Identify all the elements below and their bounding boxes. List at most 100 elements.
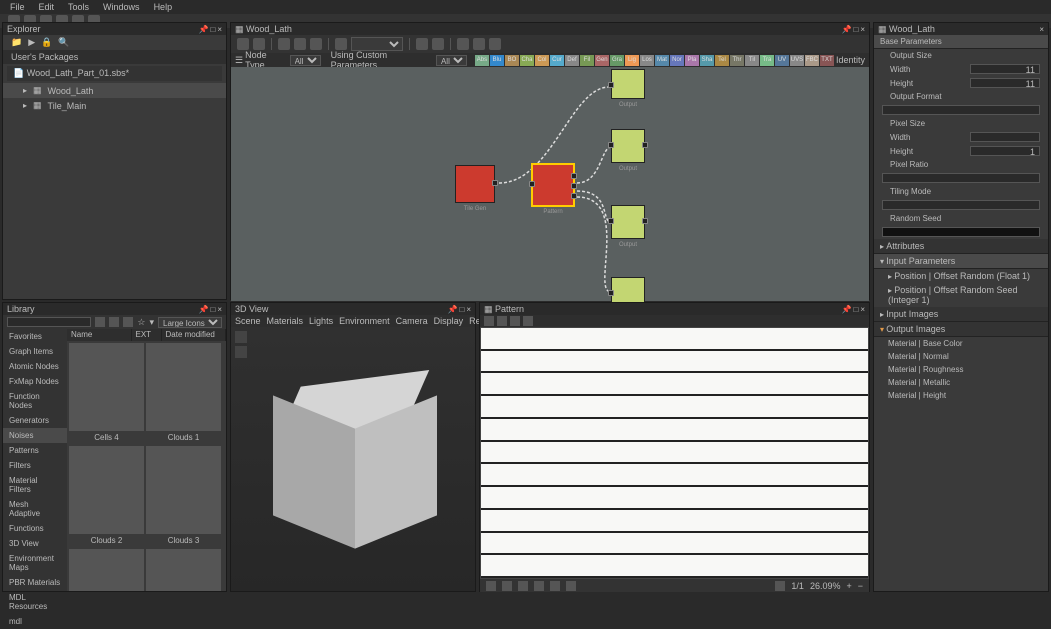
nodetype-select[interactable]: All [290, 55, 321, 66]
v3menu-item[interactable]: Scene [235, 316, 261, 326]
tag-lig[interactable]: Lig [625, 55, 639, 66]
pin-icon[interactable]: 📌 [448, 305, 458, 314]
width-field[interactable]: 11 [970, 64, 1040, 74]
tag-til[interactable]: Til [745, 55, 759, 66]
gizmo-icon[interactable] [235, 331, 247, 343]
pstat-7-icon[interactable] [775, 581, 785, 591]
undock-icon[interactable]: □ [210, 25, 215, 34]
menu-tools[interactable]: Tools [68, 2, 89, 12]
zoom-select[interactable] [351, 37, 403, 51]
tree-item[interactable]: FxMap Nodes [3, 374, 67, 389]
tool-compute-icon[interactable] [457, 38, 469, 50]
tag-cur[interactable]: Cur [550, 55, 564, 66]
v3menu-item[interactable]: Camera [396, 316, 428, 326]
section-base[interactable]: Base Parameters [874, 35, 1048, 49]
tree-item[interactable]: Patterns [3, 443, 67, 458]
v3menu-item[interactable]: Environment [339, 316, 390, 326]
zoom-plus[interactable]: + [846, 581, 851, 591]
tiling-slider[interactable] [882, 200, 1040, 210]
section-attrs[interactable]: ▸ Attributes [874, 239, 1048, 254]
tool-zoom-icon[interactable] [335, 38, 347, 50]
pswidth-field[interactable] [970, 132, 1040, 142]
pstat-5-icon[interactable] [550, 581, 560, 591]
menu-windows[interactable]: Windows [103, 2, 140, 12]
col-date[interactable]: Date modified [162, 329, 227, 341]
tag-col[interactable]: Col [535, 55, 549, 66]
tag-gen[interactable]: Gen [595, 55, 609, 66]
pin-icon[interactable]: 📌 [842, 305, 852, 314]
undock-icon[interactable]: □ [210, 305, 215, 314]
tool-settings-icon[interactable] [489, 38, 501, 50]
tag-blu[interactable]: Blu [490, 55, 504, 66]
tree-item[interactable]: 3D View [3, 536, 67, 551]
zoom-minus[interactable]: − [858, 581, 863, 591]
pin-icon[interactable]: 📌 [199, 305, 209, 314]
close-icon[interactable]: × [217, 25, 222, 34]
ptool-1-icon[interactable] [484, 316, 494, 326]
node-out-2[interactable]: Output [611, 129, 645, 163]
ptool-3-icon[interactable] [510, 316, 520, 326]
undock-icon[interactable]: □ [459, 305, 464, 314]
menu-file[interactable]: File [10, 2, 25, 12]
tag-fbc[interactable]: FBC [805, 55, 819, 66]
tree-item[interactable]: Environment Maps [3, 551, 67, 575]
pstat-3-icon[interactable] [518, 581, 528, 591]
tool-autoarrange-icon[interactable] [432, 38, 444, 50]
library-search[interactable] [7, 317, 91, 327]
out-roughness[interactable]: Material | Roughness [874, 363, 1048, 376]
tool-frame-icon[interactable] [278, 38, 290, 50]
tree-item[interactable]: Atomic Nodes [3, 359, 67, 374]
pin-icon[interactable]: 📌 [199, 25, 209, 34]
close-icon[interactable]: × [860, 305, 865, 314]
thumbnail[interactable]: Creased [69, 549, 144, 591]
filter-icon[interactable] [123, 317, 133, 327]
tree-item[interactable]: MDL Resources [3, 590, 67, 614]
out-height[interactable]: Material | Height [874, 389, 1048, 402]
3dview-canvas[interactable] [231, 327, 475, 591]
graph-canvas[interactable]: Tile Gen Pattern Output Output Output Ou… [231, 67, 869, 301]
v3menu-item[interactable]: Materials [267, 316, 304, 326]
tree-item[interactable]: PBR Materials [3, 575, 67, 590]
seed-slider[interactable] [882, 227, 1040, 237]
tag-tra[interactable]: Tra [760, 55, 774, 66]
pattern-canvas[interactable] [480, 327, 869, 579]
tag-bo[interactable]: BO [505, 55, 519, 66]
tag-uv[interactable]: UV [775, 55, 789, 66]
thumbnail[interactable]: Cells 4 [69, 343, 144, 444]
tree-item[interactable]: Functions [3, 521, 67, 536]
inputparam-1[interactable]: ▸ Position | Offset Random (Float 1) [874, 269, 1048, 283]
node-out-3[interactable]: Output [611, 205, 645, 239]
col-ext[interactable]: EXT [132, 329, 162, 341]
ptool-2-icon[interactable] [497, 316, 507, 326]
graph-item-wood[interactable]: ▸▦Wood_Lath [3, 83, 226, 98]
pstat-4-icon[interactable] [534, 581, 544, 591]
tree-item[interactable]: Material Filters [3, 473, 67, 497]
paramsrc-select[interactable]: All [436, 55, 467, 66]
menu-help[interactable]: Help [154, 2, 173, 12]
tool-comment-icon[interactable] [294, 38, 306, 50]
filter-icon[interactable]: ☰ [235, 55, 243, 66]
v3menu-item[interactable]: Lights [309, 316, 333, 326]
tag-fil[interactable]: Fil [580, 55, 594, 66]
tag-gra[interactable]: Gra [610, 55, 624, 66]
tag-mat[interactable]: Mat [655, 55, 669, 66]
material-icon[interactable] [235, 346, 247, 358]
tag-pla[interactable]: Pla [685, 55, 699, 66]
node-out-1[interactable]: Output [611, 69, 645, 99]
node-red-2[interactable]: Pattern [531, 163, 575, 207]
section-inputimages[interactable]: ▸ Input Images [874, 307, 1048, 322]
tree-item[interactable]: Mesh Adaptive [3, 497, 67, 521]
close-icon[interactable]: × [217, 305, 222, 314]
pin-icon[interactable]: 📌 [842, 25, 852, 34]
tree-item[interactable]: Noises [3, 428, 67, 443]
tag-cha[interactable]: Cha [520, 55, 534, 66]
section-inputparams[interactable]: ▾ Input Parameters [874, 254, 1048, 269]
tool-select-icon[interactable] [237, 38, 249, 50]
thumbnail[interactable]: Clouds 1 [146, 343, 221, 444]
height-field[interactable]: 11 [970, 78, 1040, 88]
ptool-4-icon[interactable] [523, 316, 533, 326]
pstat-1-icon[interactable] [486, 581, 496, 591]
tree-item[interactable]: Filters [3, 458, 67, 473]
tool-align-icon[interactable] [416, 38, 428, 50]
thumbnail[interactable]: Crystal 1 [146, 549, 221, 591]
